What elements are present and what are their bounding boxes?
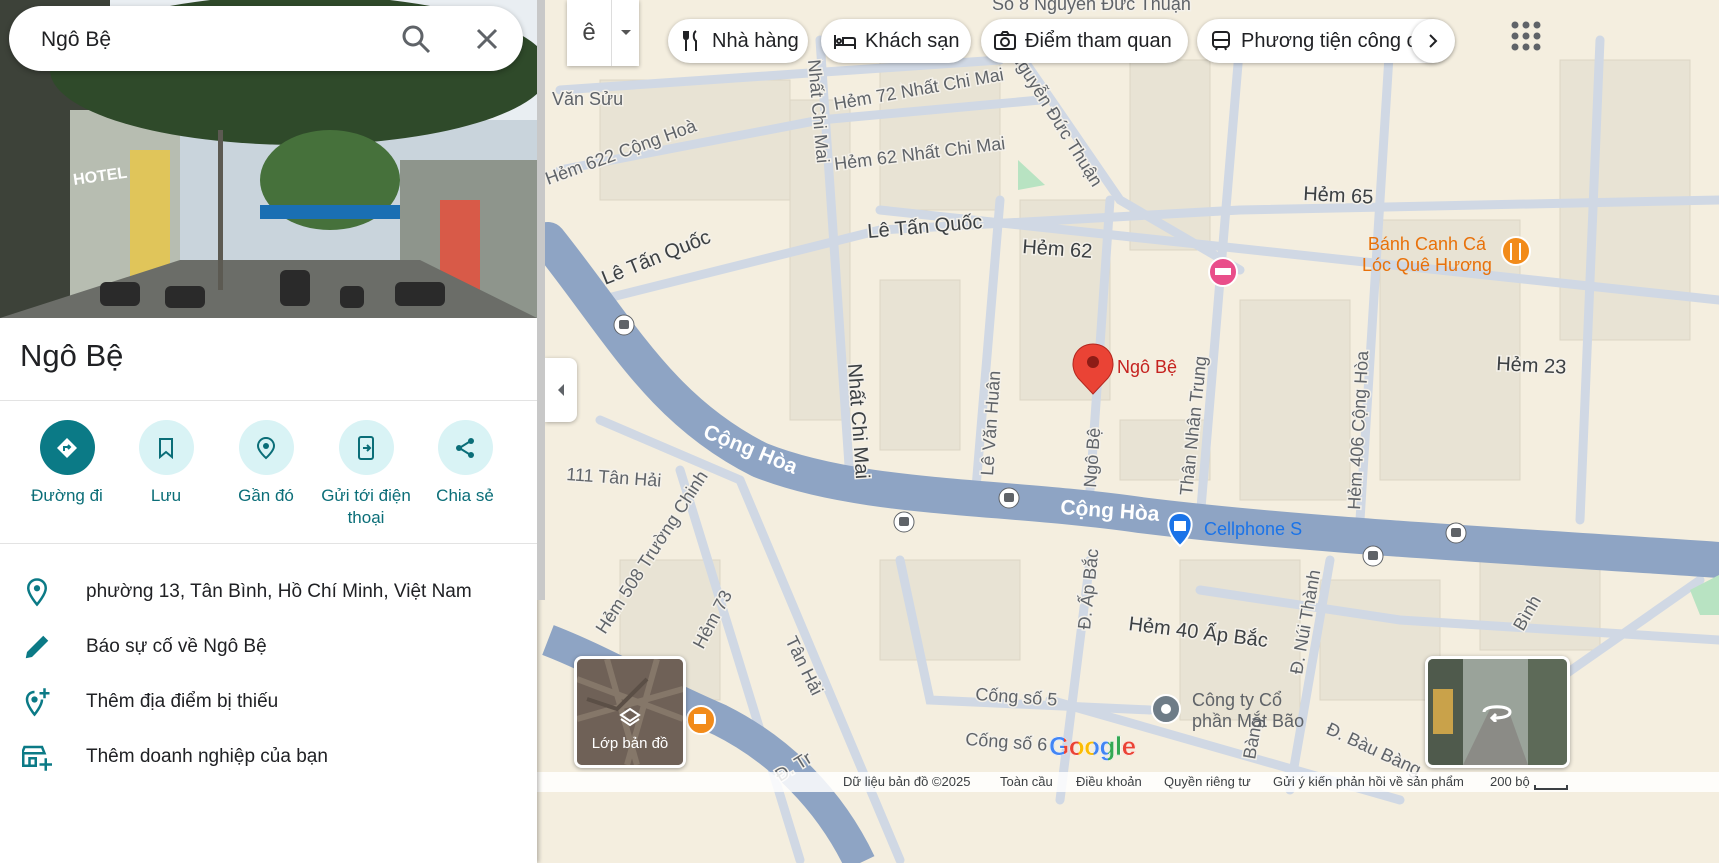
poi-label-line: Bánh Canh Cá xyxy=(1367,234,1486,254)
chip-label: Điểm tham quan xyxy=(1025,29,1172,52)
share-label: Chia sẻ xyxy=(436,486,494,505)
bus-stop-icon[interactable] xyxy=(1362,545,1384,567)
add-business-row[interactable]: Thêm doanh nghiệp của bạn xyxy=(0,732,537,784)
collapse-panel-button[interactable] xyxy=(545,358,577,422)
transit-icon xyxy=(1212,31,1230,51)
restaurant-poi-icon[interactable] xyxy=(1501,236,1531,266)
add-location-icon xyxy=(25,688,50,717)
add-business-icon xyxy=(22,745,52,771)
chip-attractions[interactable]: Điểm tham quan xyxy=(981,19,1188,63)
caret-down-icon xyxy=(621,30,631,35)
layers-button[interactable]: Lớp bản đồ xyxy=(574,656,686,768)
share-button[interactable]: Chia sẻ xyxy=(410,420,520,507)
action-buttons: Đường đi Lưu Gần đó Gửi tới điện thoại C… xyxy=(0,420,537,530)
street-label: Hẻm 23 xyxy=(1496,353,1567,379)
directions-circle xyxy=(39,420,95,475)
input-tools-control: ê xyxy=(567,0,639,66)
bus-stop-icon[interactable] xyxy=(998,487,1020,509)
street-label: Văn Sửu xyxy=(552,89,623,109)
chips-next-button[interactable] xyxy=(1411,19,1455,63)
scale-bar xyxy=(1534,785,1568,790)
send-to-phone-circle xyxy=(338,420,394,475)
directions-button[interactable]: Đường đi xyxy=(12,420,122,507)
hotel-icon xyxy=(834,35,856,49)
bus-stop-icon[interactable] xyxy=(1445,522,1467,544)
chip-label: Khách sạn xyxy=(865,29,960,52)
poi-label-line: Lóc Quê Hương xyxy=(1362,255,1492,275)
place-title: Ngô Bệ xyxy=(20,338,124,373)
street-view-button[interactable] xyxy=(1425,656,1570,768)
marker-label[interactable]: Ngô Bệ xyxy=(1117,357,1177,378)
report-issue-text: Báo sự cố về Ngô Bệ xyxy=(86,636,267,657)
search-input[interactable] xyxy=(39,6,383,73)
address-text: phường 13, Tân Bình, Hồ Chí Minh, Việt N… xyxy=(86,581,472,602)
restaurant-icon xyxy=(683,30,697,51)
bus-stop-icon[interactable] xyxy=(893,511,915,533)
google-logo: Google xyxy=(1049,731,1137,762)
add-missing-place-row[interactable]: Thêm địa điểm bị thiếu xyxy=(0,677,537,729)
pencil-icon xyxy=(25,635,49,659)
directions-icon xyxy=(57,437,77,458)
nearby-circle xyxy=(238,420,294,475)
google-apps-icon[interactable] xyxy=(1508,18,1544,54)
save-label: Lưu xyxy=(150,486,182,505)
poi-label-banh-canh[interactable]: Bánh Canh Cá Lóc Quê Hương xyxy=(1362,234,1492,276)
nearby-button[interactable]: Gần đó xyxy=(211,420,321,507)
layers-icon xyxy=(619,707,641,727)
bus-stop-icon[interactable] xyxy=(613,314,635,336)
street-label: Ngô Bệ xyxy=(1080,427,1104,488)
bookmark-icon xyxy=(159,437,173,459)
add-business-text: Thêm doanh nghiệp của bạn xyxy=(86,746,328,767)
footer-feedback-link[interactable]: Gửi ý kiến phản hồi về sản phẩm xyxy=(1273,774,1464,789)
company-poi-icon[interactable] xyxy=(1151,694,1181,724)
poi-label-line: phần Mắt Bão xyxy=(1192,711,1305,731)
location-pin-icon xyxy=(26,578,48,607)
layers-label: Lớp bản đồ xyxy=(591,735,669,752)
rotate-360-icon xyxy=(1482,705,1512,722)
caret-left-icon xyxy=(558,384,564,396)
save-circle xyxy=(138,420,194,475)
send-to-phone-icon xyxy=(358,435,374,460)
map-footer: Dữ liệu bản đồ ©2025 Toàn cầu Điều khoản… xyxy=(537,772,1719,792)
report-issue-row[interactable]: Báo sự cố về Ngô Bệ xyxy=(0,622,537,674)
divider xyxy=(0,400,537,401)
input-tools-button[interactable]: ê xyxy=(567,0,611,66)
place-panel: HOTEL Ngô Bệ Đường đi Lưu Gần đó Gửi tới… xyxy=(0,0,537,863)
close-icon[interactable] xyxy=(470,22,504,56)
camera-icon xyxy=(994,31,1016,50)
divider xyxy=(0,543,537,544)
share-icon xyxy=(456,437,474,458)
poi-label-line: Công ty Cổ xyxy=(1192,690,1283,710)
send-to-phone-label: Gửi tới điện thoại xyxy=(321,486,411,527)
save-button[interactable]: Lưu xyxy=(111,420,221,507)
footer-privacy-link[interactable]: Quyền riêng tư xyxy=(1164,774,1251,789)
footer-map-data: Dữ liệu bản đồ ©2025 xyxy=(843,774,971,789)
input-tools-dropdown[interactable] xyxy=(611,0,640,66)
add-missing-place-text: Thêm địa điểm bị thiếu xyxy=(86,691,279,712)
chip-label: Nhà hàng xyxy=(712,29,799,52)
cafe-poi-icon[interactable] xyxy=(686,705,716,735)
hotel-poi-icon[interactable] xyxy=(1208,257,1238,287)
address-row[interactable]: phường 13, Tân Bình, Hồ Chí Minh, Việt N… xyxy=(0,567,537,619)
google-logo-text: Google xyxy=(1049,731,1137,762)
nearby-label: Gần đó xyxy=(238,486,294,505)
street-label: Số 8 Nguyễn Đức Thuận xyxy=(992,0,1191,14)
poi-label-cellphone-s[interactable]: Cellphone S xyxy=(1204,519,1302,540)
chip-hotels[interactable]: Khách sạn xyxy=(821,19,971,63)
street-label: Hẻm 65 xyxy=(1303,183,1374,209)
footer-terms-link[interactable]: Điều khoản xyxy=(1076,774,1142,789)
footer-scale-label[interactable]: 200 bộ xyxy=(1490,774,1530,789)
send-to-phone-button[interactable]: Gửi tới điện thoại xyxy=(311,420,421,529)
search-icon[interactable] xyxy=(399,22,433,56)
nearby-icon xyxy=(256,436,276,459)
chevron-right-icon xyxy=(1429,34,1438,48)
poi-label-mat-bao[interactable]: Công ty Cổ phần Mắt Bão xyxy=(1192,690,1304,732)
search-box xyxy=(9,6,523,73)
share-circle xyxy=(437,420,493,475)
directions-label: Đường đi xyxy=(31,486,103,505)
panel-scrollbar[interactable] xyxy=(537,0,545,600)
chip-restaurants[interactable]: Nhà hàng xyxy=(668,19,808,63)
footer-global-link[interactable]: Toàn cầu xyxy=(1000,774,1053,789)
